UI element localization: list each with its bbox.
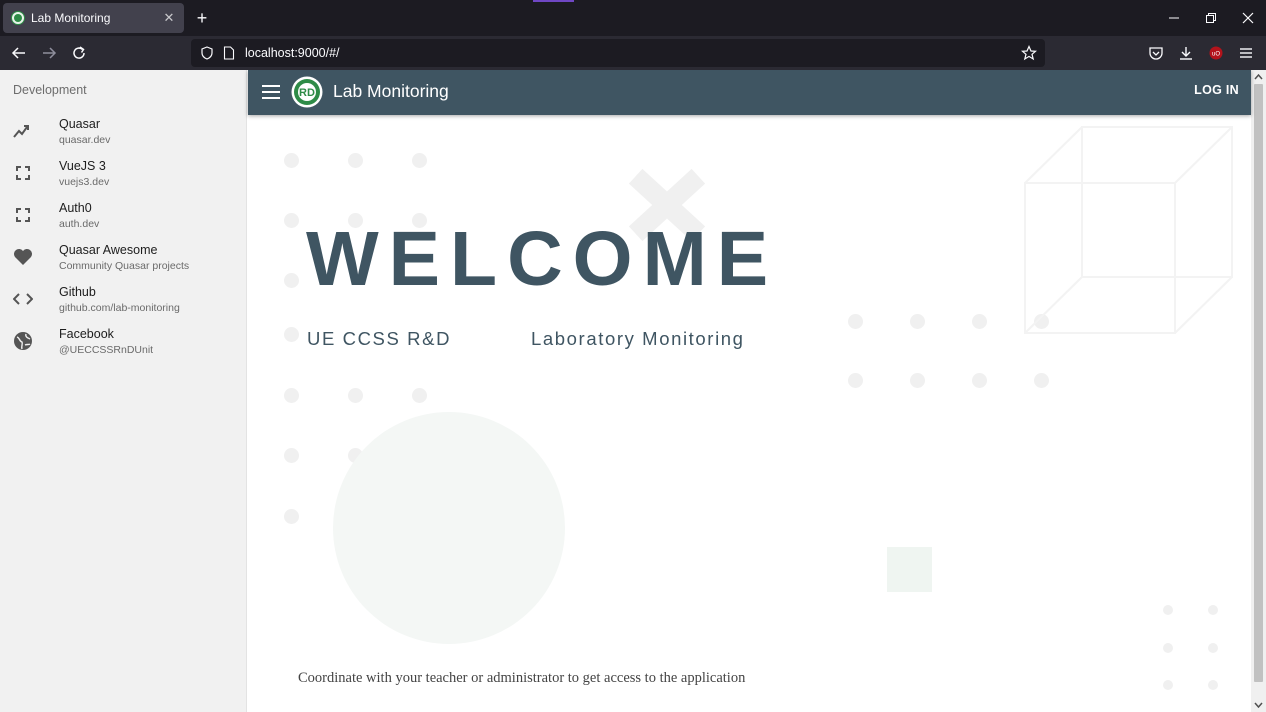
svg-text:uO: uO [1212,52,1220,58]
app-menu-button[interactable] [1236,43,1256,63]
org-subtitle: UE CCSS R&D [307,328,452,349]
drawer-item-caption: vuejs3.dev [59,175,110,188]
pocket-icon [1149,47,1163,60]
app-title: Lab Monitoring [333,81,449,101]
reload-icon [73,46,85,59]
drawer-item-label: VueJS 3 [59,158,106,173]
scroll-up-icon[interactable] [1251,70,1266,84]
drawer-item-vuejs[interactable]: VueJS 3 vuejs3.dev [0,152,247,194]
drawer-item-caption: github.com/lab-monitoring [59,301,180,314]
drawer-item-quasar[interactable]: Quasar quasar.dev [0,110,247,152]
globe-icon [0,320,46,362]
drawer-item-label: Quasar [59,116,100,131]
bookmark-star-icon[interactable] [1021,45,1037,61]
browser-tab[interactable]: Lab Monitoring ✕ [3,3,184,33]
pocket-button[interactable] [1146,43,1166,63]
drawer-item-quasar-awesome[interactable]: Quasar Awesome Community Quasar projects [0,236,247,278]
browser-titlebar: Lab Monitoring ✕ + [0,0,1266,36]
menu-toggle-button[interactable] [260,81,282,103]
close-icon [1242,12,1253,24]
restore-button[interactable] [1192,0,1229,36]
address-bar[interactable]: localhost:9000/#/ [191,39,1045,67]
drawer-item-caption: auth.dev [59,217,100,230]
fullscreen-icon [0,194,46,236]
url-text[interactable]: localhost:9000/#/ [245,46,1021,60]
app-subtitle: Laboratory Monitoring [531,328,745,349]
ublock-extension-button[interactable]: uO [1206,43,1226,63]
drawer-header: Development [13,83,87,97]
drawer-item-caption: Community Quasar projects [59,259,190,272]
login-button[interactable]: LOG IN [1194,83,1239,97]
tab-title: Lab Monitoring [31,11,111,25]
drawer-item-label: Auth0 [59,200,92,215]
drawer-item-auth0[interactable]: Auth0 auth.dev [0,194,247,236]
access-note: Coordinate with your teacher or administ… [298,670,746,686]
welcome-heading: WELCOME [306,216,779,302]
tab-close-icon[interactable]: ✕ [162,10,176,26]
app-header: RD Lab Monitoring LOG IN [248,70,1251,115]
download-icon [1180,47,1192,60]
reload-button[interactable] [69,43,89,63]
shield-icon[interactable] [199,45,215,61]
minimize-icon [1168,17,1179,19]
scroll-thumb[interactable] [1254,84,1263,682]
back-button[interactable] [9,43,29,63]
window-controls [1155,0,1266,36]
decor-shapes [333,126,1233,644]
ublock-icon: uO [1209,46,1223,60]
drawer-item-label: Quasar Awesome [59,242,158,257]
welcome-page: WELCOME UE CCSS R&D Laboratory Monitorin… [248,115,1251,712]
drawer-item-caption: quasar.dev [59,133,111,146]
page-scrollbar[interactable] [1251,70,1266,712]
downloads-button[interactable] [1176,43,1196,63]
menu-icon [262,85,280,99]
page-viewport: Development Quasar quasar.dev VueJS 3 vu… [0,70,1266,712]
drawer-item-facebook[interactable]: Facebook @UECCSSRnDUnit [0,320,247,362]
page-icon[interactable] [221,45,237,61]
side-drawer: Development Quasar quasar.dev VueJS 3 vu… [0,70,247,712]
scroll-down-icon[interactable] [1251,698,1266,712]
restore-icon [1205,13,1216,23]
app-favicon-icon [11,11,25,25]
drawer-item-label: Facebook [59,326,114,341]
drawer-item-github[interactable]: Github github.com/lab-monitoring [0,278,247,320]
arrow-right-icon [43,47,57,59]
browser-navbar: localhost:9000/#/ uO [0,36,1266,70]
svg-text:RD: RD [299,87,315,99]
accent-line [533,0,574,2]
forward-button[interactable] [39,43,59,63]
new-tab-button[interactable]: + [192,8,212,28]
trending-up-icon [0,110,46,152]
app-logo: RD [291,76,323,108]
arrow-left-icon [11,47,25,59]
heart-icon [0,236,46,278]
close-window-button[interactable] [1229,0,1266,36]
drawer-item-label: Github [59,284,96,299]
minimize-button[interactable] [1155,0,1192,36]
fullscreen-icon [0,152,46,194]
code-icon [0,278,46,320]
drawer-item-caption: @UECCSSRnDUnit [59,343,154,356]
menu-icon [1240,48,1252,58]
